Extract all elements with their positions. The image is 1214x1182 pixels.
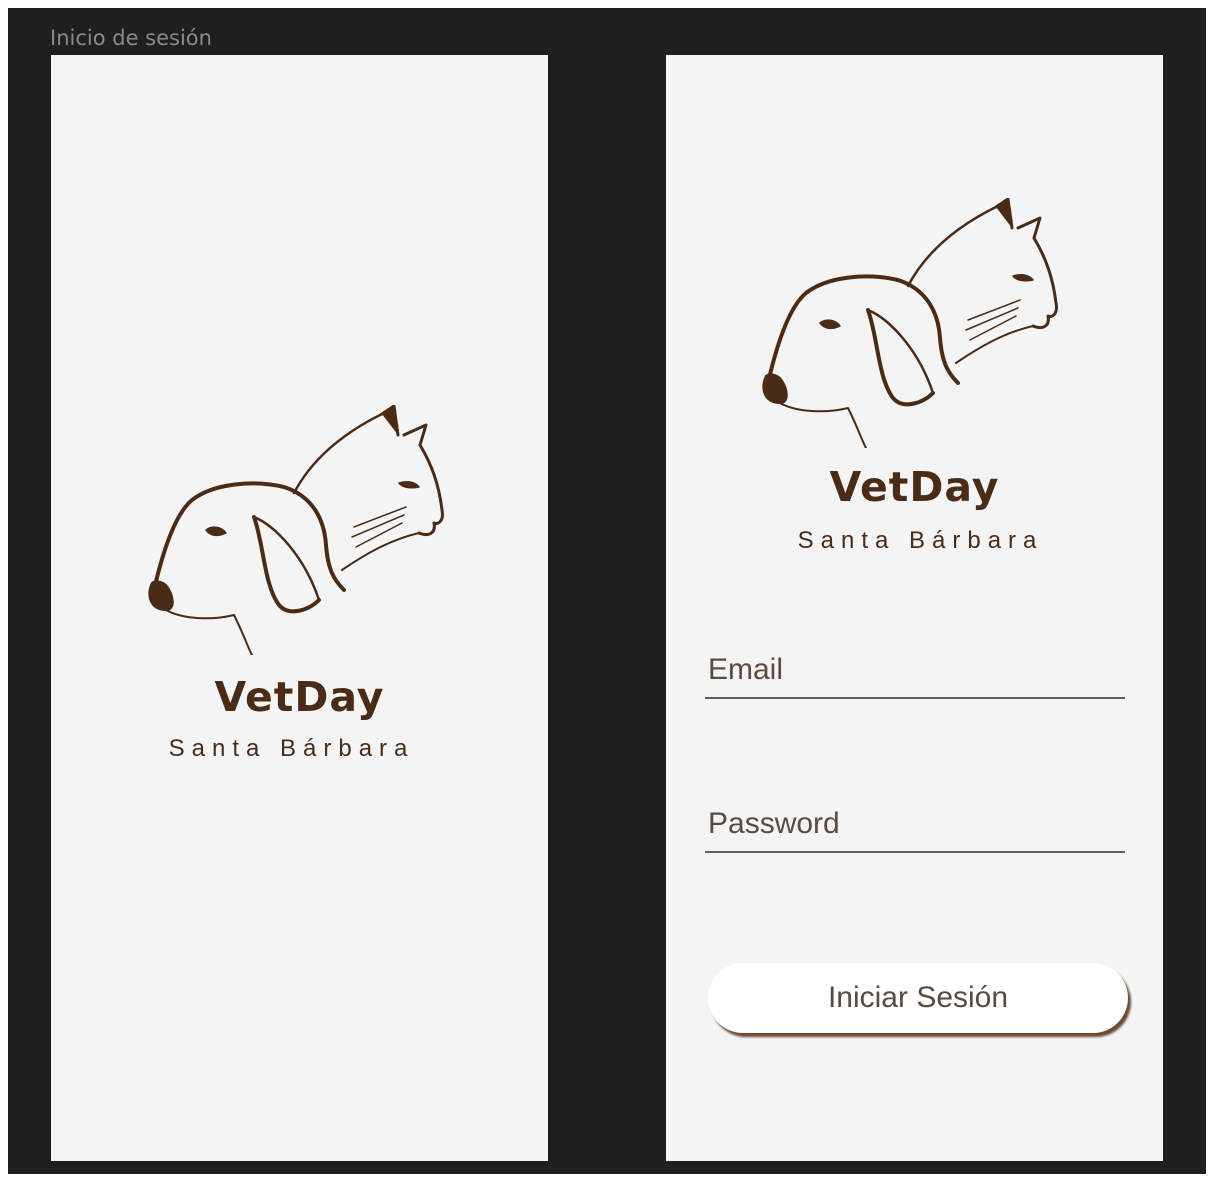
dog-and-cat-icon bbox=[144, 405, 454, 655]
brand-name: VetDay bbox=[829, 463, 1000, 511]
splash-screen: VetDay Santa Bárbara bbox=[51, 55, 548, 1161]
brand-subtitle: Santa Bárbara bbox=[168, 735, 415, 762]
login-button[interactable]: Iniciar Sesión bbox=[708, 963, 1128, 1033]
login-screen: VetDay Santa Bárbara Iniciar Sesión bbox=[666, 55, 1163, 1161]
frame-label: Inicio de sesión bbox=[50, 26, 212, 50]
password-field[interactable] bbox=[705, 807, 1125, 853]
brand-subtitle: Santa Bárbara bbox=[797, 527, 1044, 554]
dog-and-cat-icon bbox=[758, 198, 1068, 448]
password-input[interactable] bbox=[705, 807, 1125, 851]
email-input[interactable] bbox=[705, 653, 1125, 697]
email-field[interactable] bbox=[705, 653, 1125, 699]
design-canvas: Inicio de sesión VetDay Santa Bárbara Ve… bbox=[8, 8, 1206, 1174]
brand-name: VetDay bbox=[214, 673, 385, 721]
